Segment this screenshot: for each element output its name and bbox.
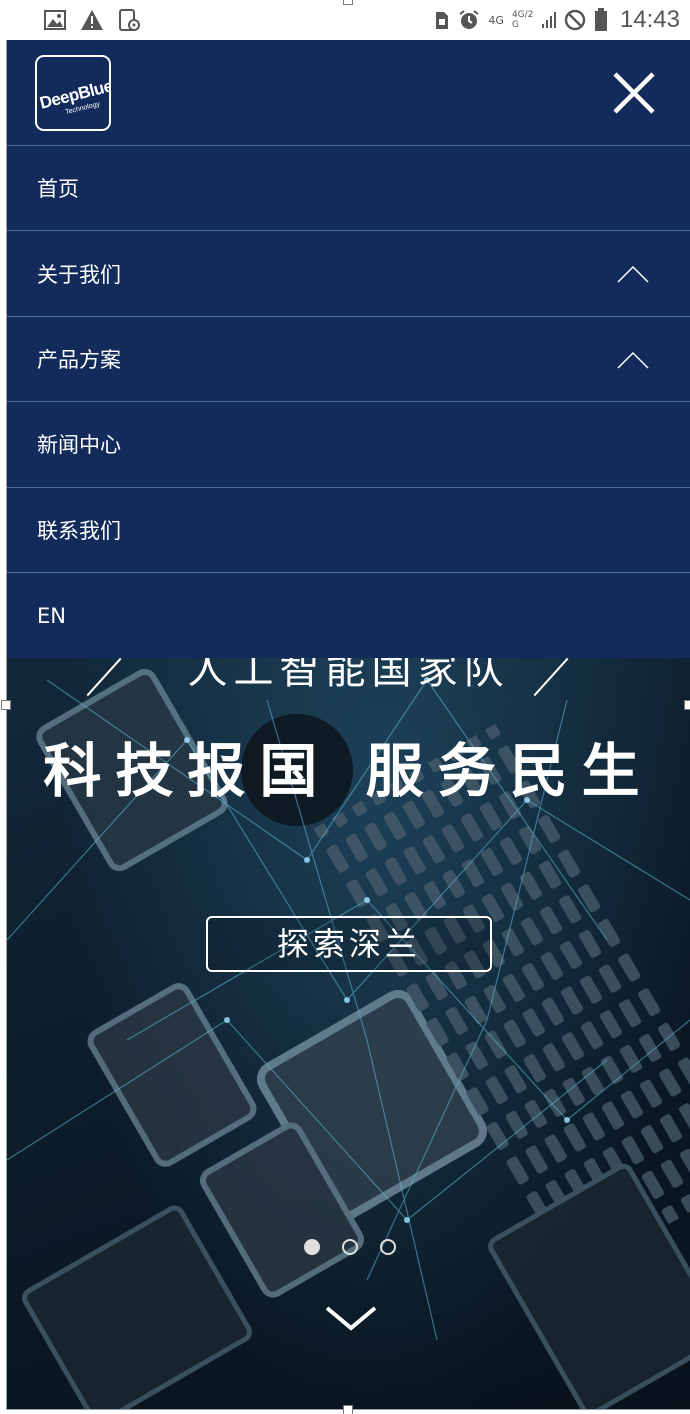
network-label-2: 4G/2G (511, 10, 534, 30)
clock: 14:43 (619, 6, 680, 33)
warning-icon (81, 10, 103, 30)
dnd-icon (564, 9, 586, 31)
selection-frame (6, 40, 690, 1410)
resize-handle[interactable] (684, 700, 690, 710)
resize-handle[interactable] (1, 700, 11, 710)
battery-icon (594, 8, 607, 31)
status-bar: 4G 4G/2G 14:43 (0, 0, 690, 40)
network-label-1: 4G (488, 13, 504, 27)
resize-handle[interactable] (343, 0, 353, 5)
signal-icon (541, 12, 556, 28)
image-icon (44, 10, 66, 30)
alarm-icon (459, 10, 480, 29)
resize-handle[interactable] (343, 1405, 353, 1414)
screenshot-icon (119, 9, 140, 31)
sim-icon (436, 12, 449, 29)
